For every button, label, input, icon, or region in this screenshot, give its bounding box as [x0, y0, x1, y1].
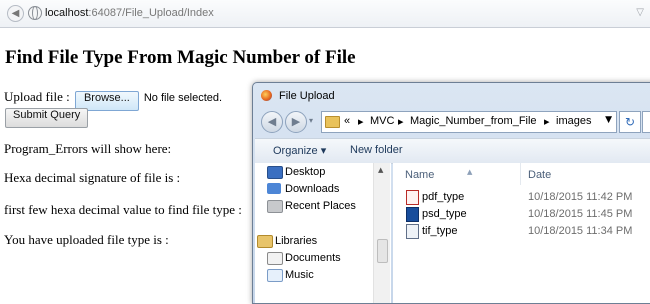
path-separator: ▸ [358, 116, 364, 128]
chevron-down-icon[interactable]: ▼ [605, 115, 612, 125]
file-row[interactable]: pdf_type 10/18/2015 11:42 PM [393, 189, 650, 206]
nav-item-label: Desktop [285, 166, 326, 178]
nav-item-label: Recent Places [285, 200, 356, 212]
navigation-pane: Desktop Downloads Recent Places Librarie… [255, 163, 391, 303]
nav-item-label: Libraries [275, 235, 318, 247]
music-icon [267, 269, 283, 282]
nav-scrollbar[interactable]: ▲ [373, 163, 390, 303]
url-path: :64087/File_Upload/Index [88, 7, 214, 19]
file-name: tif_type [422, 225, 458, 237]
address-bar: ◀ localhost:64087/File_Upload/Index ▽ [0, 0, 650, 28]
file-date: 10/18/2015 11:34 PM [528, 225, 633, 237]
sort-ascending-icon: ▲ [467, 168, 473, 176]
nav-item-label: Music [285, 269, 314, 281]
psd-file-icon [406, 207, 419, 222]
globe-icon [28, 6, 42, 20]
dialog-title: File Upload [279, 90, 335, 102]
no-file-text: No file selected. [143, 92, 223, 104]
recent-places-icon [267, 200, 283, 213]
chevron-down-icon[interactable]: ▽ [636, 7, 644, 18]
nav-item-label: Documents [285, 252, 341, 264]
nav-item-label: Downloads [285, 183, 340, 195]
documents-icon [267, 252, 283, 265]
search-input[interactable] [642, 111, 650, 133]
path-segment-images[interactable]: images [556, 115, 591, 127]
page-title: Find File Type From Magic Number of File [5, 47, 356, 68]
column-header-name[interactable]: Name ▲ [405, 168, 472, 181]
path-separator: ▸ [544, 116, 550, 128]
nav-item-desktop[interactable]: Desktop [267, 166, 326, 179]
uploaded-type-text: You have uploaded file type is : [4, 232, 169, 247]
path-prefix: « [344, 115, 351, 127]
refresh-icon[interactable]: ↻ [619, 111, 641, 133]
downloads-icon [267, 183, 281, 194]
scroll-thumb[interactable] [377, 239, 388, 263]
nav-item-downloads[interactable]: Downloads [267, 183, 340, 195]
pdf-file-icon [406, 190, 419, 205]
new-folder-button[interactable]: New folder [350, 144, 403, 156]
path-segment-folder[interactable]: Magic_Number_from_File [410, 115, 537, 127]
desktop-icon [267, 166, 283, 179]
file-row[interactable]: tif_type 10/18/2015 11:34 PM [393, 223, 650, 240]
file-name: psd_type [422, 208, 467, 220]
history-dropdown-icon[interactable]: ▾ [309, 116, 313, 125]
path-separator: ▸ [398, 116, 404, 128]
file-date: 10/18/2015 11:42 PM [528, 191, 633, 203]
file-date: 10/18/2015 11:45 PM [528, 208, 633, 220]
file-row[interactable]: psd_type 10/18/2015 11:45 PM [393, 206, 650, 223]
path-segment-mvc[interactable]: MVC [370, 115, 394, 127]
file-name: pdf_type [422, 191, 465, 203]
file-upload-dialog: File Upload ◀ ▶ ▾ « ▸ MVC ▸ Magic_Number… [252, 82, 650, 304]
column-name-label: Name [405, 169, 435, 181]
folder-icon [325, 116, 340, 128]
organize-button[interactable]: Organize ▾ [273, 144, 326, 157]
hex-signature-text: Hexa decimal signature of file is : [4, 170, 181, 185]
column-header-date[interactable]: Date [528, 169, 551, 181]
scroll-up-icon[interactable]: ▲ [378, 166, 383, 174]
libraries-icon [257, 235, 273, 248]
nav-item-music[interactable]: Music [267, 269, 314, 282]
back-icon[interactable]: ◀ [261, 111, 283, 133]
nav-item-recent-places[interactable]: Recent Places [267, 200, 356, 213]
submit-button[interactable]: Submit Query [5, 108, 89, 128]
url-host: localhost [45, 7, 89, 19]
tif-file-icon [406, 224, 419, 239]
upload-label: Upload file : [4, 89, 70, 104]
url-field[interactable]: localhost:64087/File_Upload/Index [45, 7, 214, 19]
forward-icon[interactable]: ▶ [285, 111, 307, 133]
file-list: Name ▲ Date pdf_type 10/18/2015 11:42 PM… [393, 163, 650, 303]
path-breadcrumb[interactable]: « ▸ MVC ▸ Magic_Number_from_File ▸ image… [321, 111, 617, 133]
back-icon[interactable]: ◀ [7, 5, 24, 22]
nav-item-libraries[interactable]: Libraries [257, 235, 318, 248]
firefox-icon [261, 90, 272, 101]
nav-item-documents[interactable]: Documents [267, 252, 341, 265]
first-hex-text: first few hexa decimal value to find fil… [4, 202, 242, 217]
column-divider[interactable] [520, 163, 521, 185]
errors-text: Program_Errors will show here: [4, 141, 172, 156]
dialog-toolbar: Organize ▾ New folder [255, 138, 650, 164]
